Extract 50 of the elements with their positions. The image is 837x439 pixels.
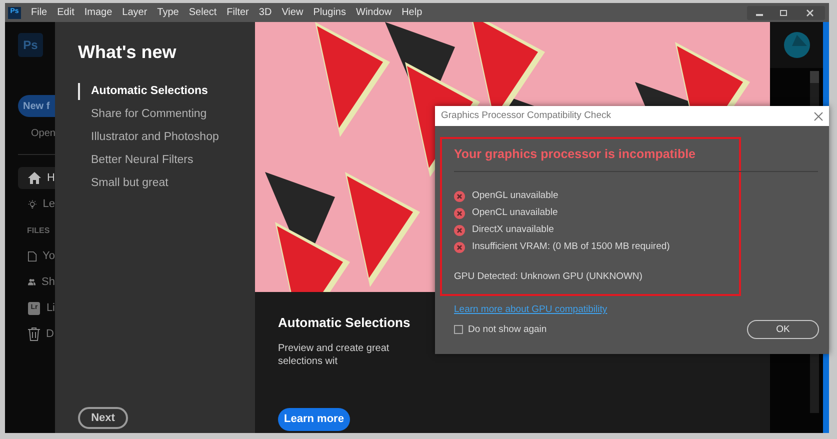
sidebar-item[interactable]: Sh: [18, 271, 55, 293]
menu-item[interactable]: Edit: [52, 5, 80, 20]
error-icon: [454, 190, 465, 202]
menu-item[interactable]: Layer: [117, 5, 152, 20]
feature-tab[interactable]: Small but great: [78, 175, 255, 192]
dialog-title: Graphics Processor Compatibility Check: [441, 108, 612, 123]
learn-more-button[interactable]: Learn more: [278, 408, 350, 431]
app-logo: Ps: [18, 33, 43, 57]
open-link[interactable]: Open: [31, 126, 55, 141]
panel-title: What's new: [78, 41, 178, 64]
menu-item[interactable]: Filter: [222, 5, 254, 20]
trash-icon: [28, 327, 40, 341]
feature-tab[interactable]: Share for Commenting: [78, 106, 255, 123]
menu-item[interactable]: File: [26, 5, 52, 20]
sidebar-item[interactable]: Yo: [18, 245, 55, 267]
files-header: FILES: [27, 225, 51, 237]
menu-item[interactable]: View: [276, 5, 308, 20]
error-icon: [454, 242, 465, 253]
error-text: Insufficient VRAM: (0 MB of 1500 MB required): [472, 240, 670, 254]
gpu-detected-text: GPU Detected: Unknown GPU (UNKNOWN): [454, 270, 644, 284]
feature-title: Automatic Selections: [278, 314, 410, 332]
ok-button[interactable]: OK: [747, 320, 819, 340]
error-text: OpenGL unavailable: [472, 189, 558, 204]
menu-item[interactable]: 3D: [254, 5, 277, 20]
new-file-button[interactable]: New f: [18, 95, 55, 117]
file-icon: [28, 250, 37, 262]
menu-item[interactable]: Type: [152, 5, 184, 20]
do-not-show-checkbox[interactable]: Do not show again: [454, 322, 547, 337]
sidebar-item[interactable]: D: [18, 323, 55, 345]
menu-item[interactable]: Image: [79, 5, 118, 20]
feature-tab[interactable]: Better Neural Filters: [78, 152, 255, 169]
error-icon: [454, 208, 465, 219]
error-heading: Your graphics processor is incompatible: [454, 146, 696, 163]
error-text: OpenCL unavailable: [472, 206, 558, 220]
home-icon: [28, 172, 41, 184]
people-icon: [28, 276, 36, 288]
next-button[interactable]: Next: [78, 407, 128, 429]
avatar-icon: [784, 32, 810, 58]
error-icon: [454, 224, 465, 236]
menu-item[interactable]: Window: [351, 5, 397, 20]
sidebar-item[interactable]: H: [18, 167, 55, 189]
close-icon[interactable]: [814, 112, 823, 120]
menu-item[interactable]: Select: [184, 5, 222, 20]
lightbulb-icon: [28, 198, 37, 210]
feature-tab[interactable]: Illustrator and Photoshop: [78, 129, 255, 146]
feature-description: Preview and create great selections wit: [278, 342, 390, 368]
error-text: DirectX unavailable: [472, 223, 554, 238]
sidebar-item[interactable]: Le: [18, 193, 55, 215]
menu-item[interactable]: Help: [396, 5, 428, 20]
menu-item[interactable]: Plugins: [308, 5, 351, 20]
